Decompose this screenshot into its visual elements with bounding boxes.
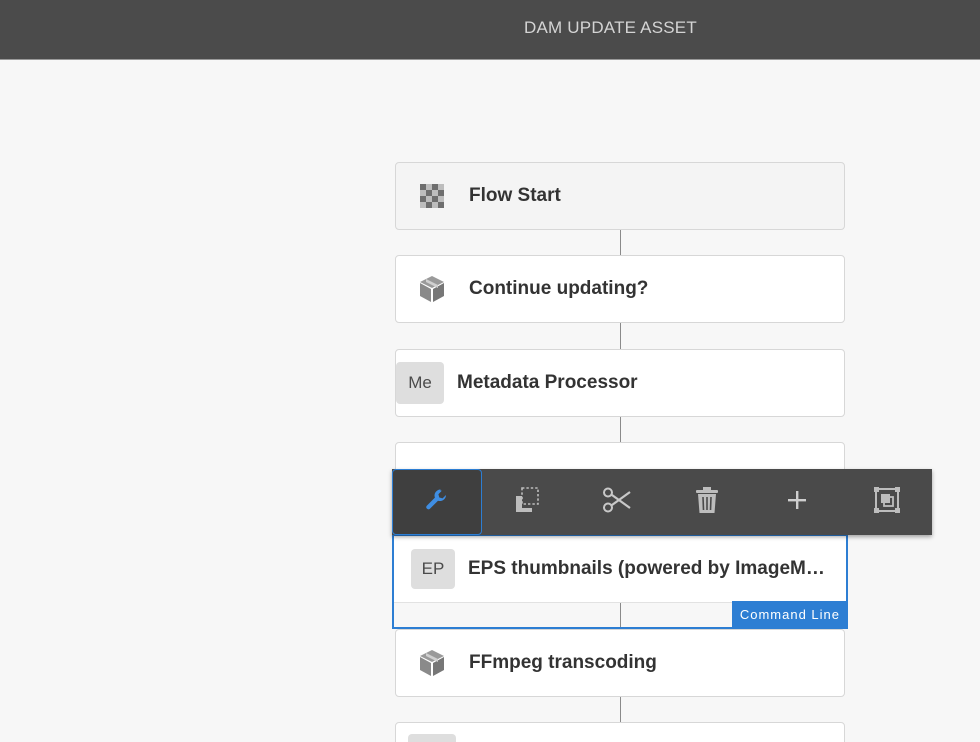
step-abbreviation: Me	[396, 362, 444, 404]
configure-button[interactable]	[392, 469, 482, 535]
flow-node-flow-start[interactable]: Flow Start	[395, 162, 845, 230]
step-type-badge: Command Line	[731, 601, 848, 629]
connector-line	[620, 322, 621, 349]
node-label: Continue updating?	[469, 278, 649, 299]
cube-icon	[408, 642, 456, 684]
wrench-icon	[424, 487, 450, 518]
title-bar: DAM UPDATE ASSET	[0, 0, 980, 60]
insert-button[interactable]	[752, 469, 842, 535]
delete-button[interactable]	[662, 469, 752, 535]
step-abbreviation	[408, 734, 456, 742]
checkerboard-icon	[408, 175, 456, 217]
flow-node-metadata-processor[interactable]: Me Metadata Processor	[395, 349, 845, 417]
scissors-icon	[602, 487, 632, 518]
node-label: EPS thumbnails (powered by ImageMa...	[468, 558, 830, 579]
node-label: Metadata Processor	[457, 372, 638, 393]
workflow-canvas: Flow Start Continue updating? Me Metadat…	[0, 61, 980, 742]
connector-line	[620, 695, 621, 722]
page-title: DAM UPDATE ASSET	[524, 18, 697, 37]
connector-line	[620, 603, 621, 627]
cut-button[interactable]	[572, 469, 662, 535]
node-label: Flow Start	[469, 185, 561, 206]
copy-button[interactable]	[482, 469, 572, 535]
cube-icon	[408, 268, 456, 310]
flow-node-eps-thumbnails[interactable]: EP EPS thumbnails (powered by ImageMa...…	[392, 534, 848, 629]
plus-icon	[787, 490, 807, 515]
copy-icon	[513, 486, 541, 519]
flow-node-ffmpeg-transcoding[interactable]: FFmpeg transcoding	[395, 629, 845, 697]
trash-icon	[695, 486, 719, 519]
connector-line	[620, 229, 621, 255]
group-icon	[873, 486, 901, 519]
step-abbreviation: EP	[411, 549, 455, 589]
connector-line	[620, 415, 621, 442]
node-action-toolbar	[392, 469, 932, 535]
flow-node-continue-updating[interactable]: Continue updating?	[395, 255, 845, 323]
node-label: FFmpeg transcoding	[469, 652, 657, 673]
group-button[interactable]	[842, 469, 932, 535]
flow-node-next[interactable]	[395, 722, 845, 742]
